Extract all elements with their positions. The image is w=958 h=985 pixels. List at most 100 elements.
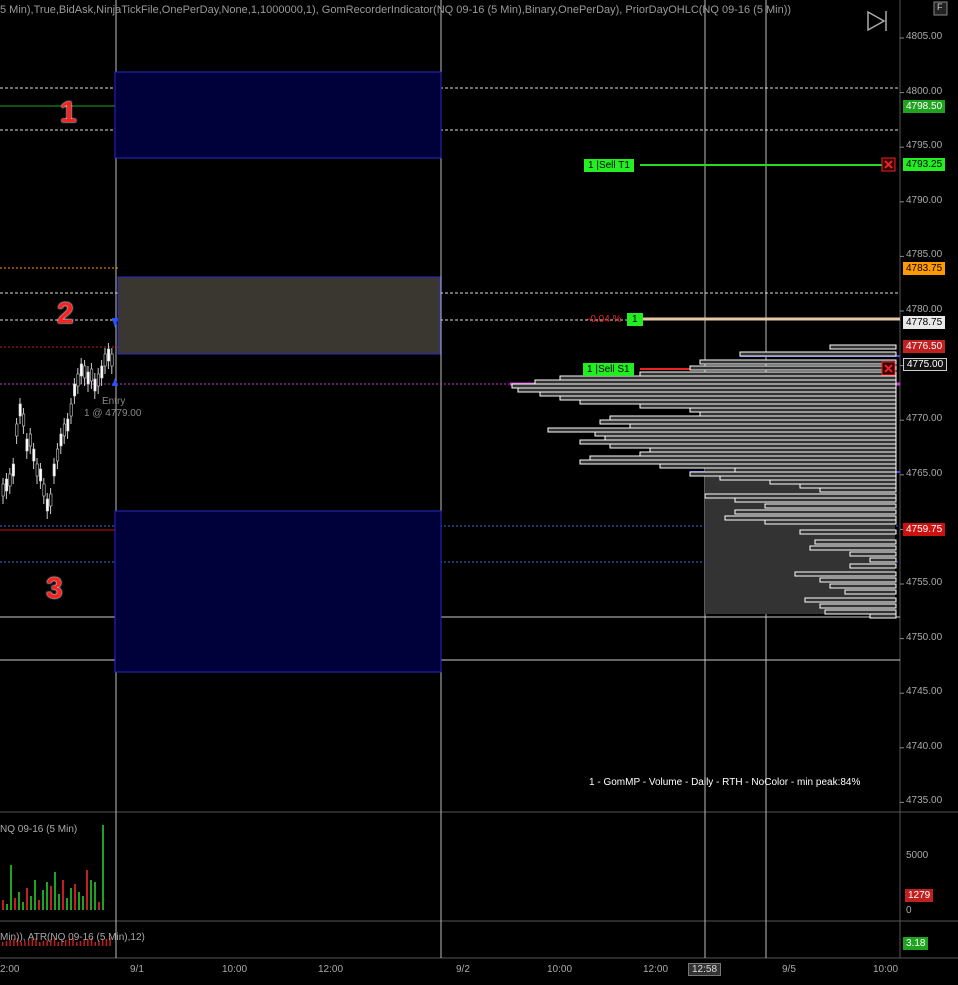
candle-body [49, 493, 53, 507]
profile-row [659, 463, 897, 469]
candle-body [35, 463, 39, 477]
price-tick: 4790.00 [906, 194, 943, 206]
profile-row [579, 439, 897, 445]
candle-body [25, 438, 29, 452]
volume-bar [62, 880, 64, 910]
cancel-target-icon[interactable] [881, 157, 896, 172]
profile-row [579, 399, 897, 405]
profile-row [559, 395, 897, 401]
profile-row [689, 365, 897, 371]
candle-body [90, 368, 94, 382]
candle-body [69, 403, 73, 417]
profile-row [819, 577, 897, 583]
candle-body [59, 433, 63, 447]
profile-caption: 1 - GomMP - Volume - Daily - RTH - NoCol… [589, 777, 861, 788]
sell-target-order[interactable]: 1 |Sell T1 [584, 159, 634, 172]
entry-arrow-icon [112, 318, 118, 328]
volume-bar [98, 902, 100, 910]
time-label-cursor: 12:58 [688, 963, 722, 976]
market-profile [511, 344, 897, 619]
volume-bar [10, 865, 12, 910]
volume-tick-0: 0 [906, 905, 912, 916]
volume-bar [90, 880, 92, 910]
volume-bar [74, 884, 76, 910]
profile-row [534, 379, 897, 385]
indicator-header: 5 Min),True,BidAsk,NinjaTickFile,OnePerD… [0, 4, 792, 16]
profile-row [819, 487, 897, 493]
time-label-4: 9/2 [456, 964, 470, 975]
time-axis[interactable]: 2:00 9/1 10:00 12:00 9/2 10:00 12:00 12:… [0, 958, 958, 985]
price-tag-4783: 4783.75 [903, 262, 946, 275]
price-tick: 4755.00 [906, 577, 943, 588]
profile-row [599, 419, 897, 425]
profile-row [769, 479, 897, 485]
candle-body [103, 353, 107, 367]
sell-stop-order[interactable]: 1 |Sell S1 [583, 363, 634, 376]
entry-zone-2 [117, 276, 441, 355]
candle-body [56, 448, 60, 462]
volume-bar [86, 870, 88, 910]
profile-row [849, 551, 897, 557]
profile-row [511, 383, 897, 389]
profile-row [849, 563, 897, 569]
price-tick: 4745.00 [906, 686, 943, 698]
candle-body [32, 448, 36, 462]
volume-bar [18, 892, 20, 910]
price-tick: 4765.00 [906, 467, 943, 479]
skip-forward-icon[interactable] [867, 10, 887, 32]
profile-row [804, 597, 897, 603]
cancel-stop-icon[interactable] [881, 361, 896, 376]
price-tag-last: 4778.75 [903, 316, 946, 329]
candle-body [76, 373, 80, 387]
profile-row [739, 351, 897, 357]
volume-bar [42, 890, 44, 910]
volume-bar [54, 872, 56, 910]
volume-bar [58, 894, 60, 910]
profile-row [559, 375, 897, 381]
time-label-2: 10:00 [222, 964, 248, 975]
time-label-8: 9/5 [782, 964, 796, 975]
demand-zone-3 [114, 510, 442, 673]
pnl-percent: -0.04 % [587, 314, 622, 325]
profile-row [799, 483, 897, 489]
time-label-3: 12:00 [318, 964, 344, 975]
candle-body [8, 473, 12, 487]
candle-body [42, 483, 46, 497]
candle-body [39, 468, 43, 482]
price-tick: 4780.00 [906, 304, 943, 315]
profile-row [699, 359, 897, 365]
volume-bar [78, 892, 80, 910]
entry-arrow-icon-2 [112, 378, 118, 386]
position-qty[interactable]: 1 [627, 313, 643, 326]
price-tick: 4800.00 [906, 85, 943, 97]
chart-canvas[interactable] [0, 0, 958, 985]
profile-row [594, 431, 897, 437]
candle-body [66, 418, 70, 432]
profile-row [689, 407, 897, 413]
profile-row [604, 435, 897, 441]
candle-body [83, 365, 87, 379]
candle-body [73, 383, 77, 397]
profile-row [639, 451, 897, 457]
profile-row [824, 609, 897, 615]
volume-bar [26, 888, 28, 910]
volume-panel-title: NQ 09-16 (5 Min) [0, 824, 78, 835]
price-tick: 4795.00 [906, 140, 943, 152]
volume-tick-5000: 5000 [906, 850, 929, 861]
profile-row [869, 557, 897, 563]
volume-bar [2, 900, 4, 910]
volume-bar [70, 888, 72, 910]
profile-row [589, 455, 897, 461]
f-button-label: F [937, 2, 943, 12]
profile-row [539, 391, 897, 397]
profile-row [699, 411, 897, 417]
entry-label: Entry [102, 396, 126, 407]
profile-row [794, 571, 897, 577]
time-label-1: 9/1 [130, 964, 144, 975]
profile-row [734, 509, 897, 515]
time-label-5: 10:00 [547, 964, 573, 975]
candle-body [100, 365, 104, 379]
entry-detail: 1 @ 4779.00 [84, 408, 142, 419]
candle-body [15, 423, 19, 437]
volume-bar [50, 886, 52, 910]
